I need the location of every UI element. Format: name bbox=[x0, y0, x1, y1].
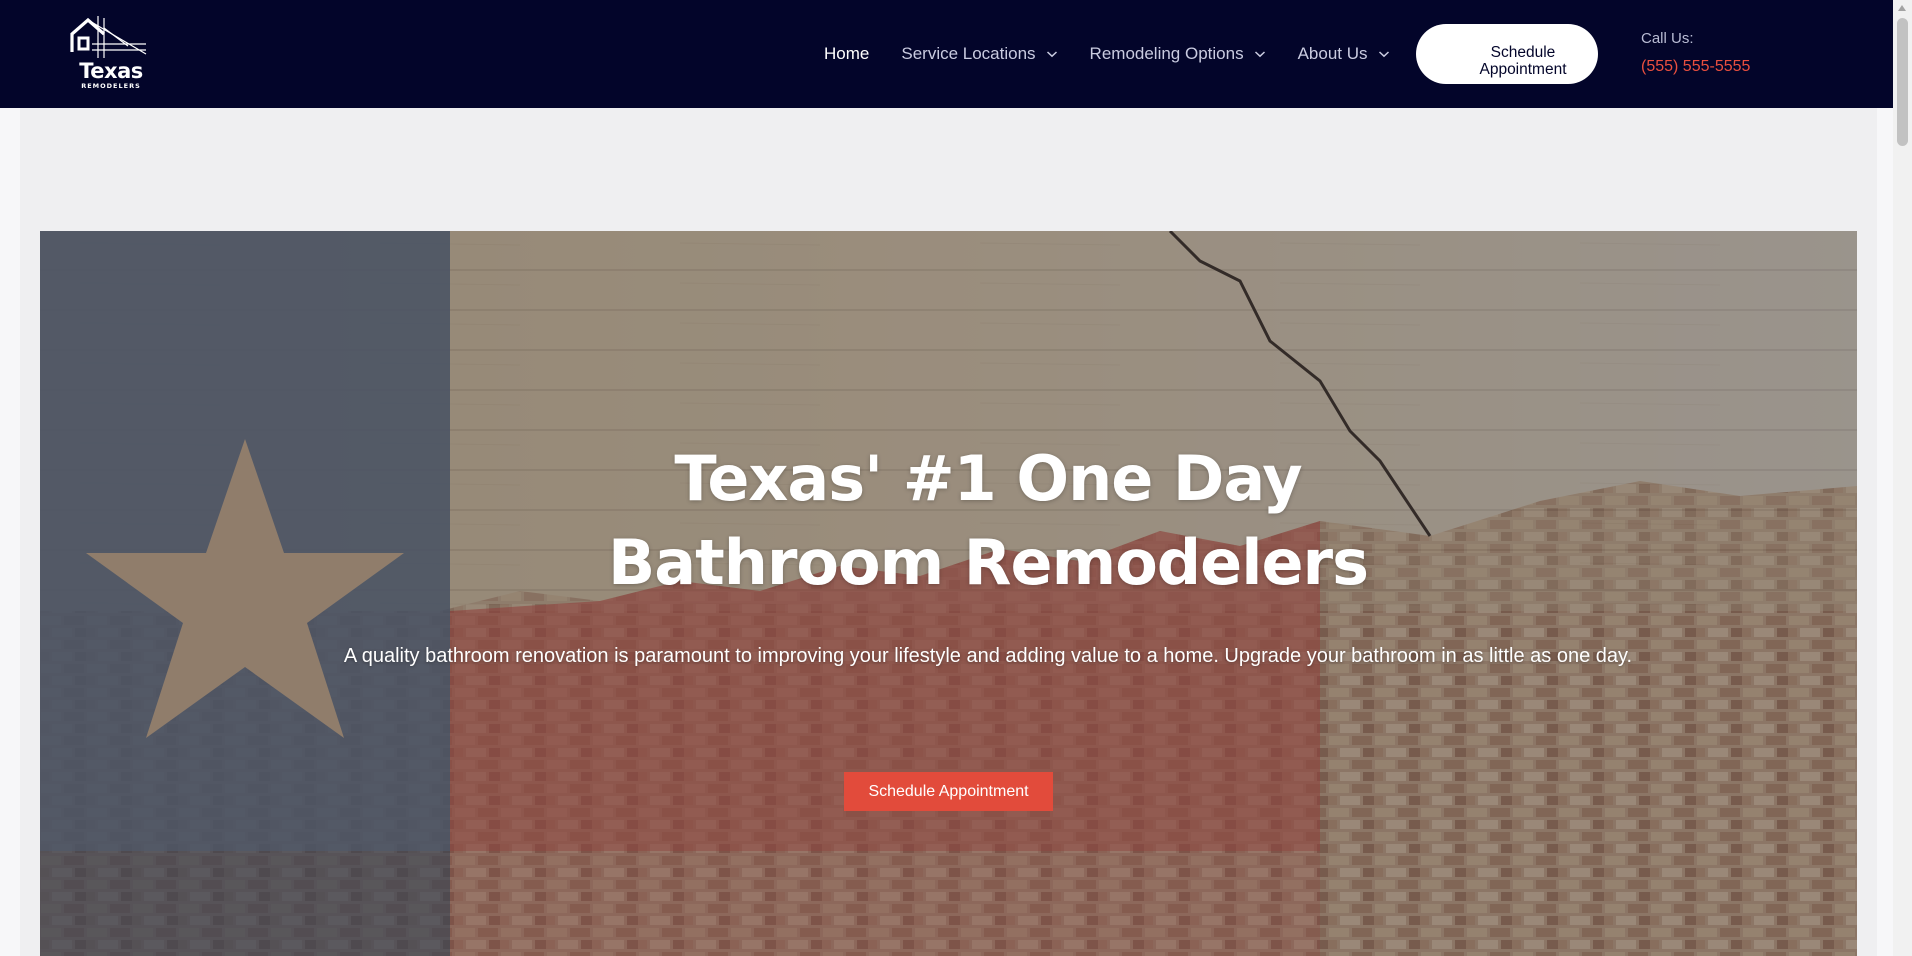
hero-section: Texas' #1 One Day Bathroom Remodelers A … bbox=[40, 231, 1857, 956]
scroll-up-arrow-icon[interactable] bbox=[1898, 5, 1906, 11]
nav-item-about-us[interactable]: About Us bbox=[1298, 44, 1390, 64]
site-header: Texas REMODELERS Home Service Locations … bbox=[0, 0, 1893, 108]
nav-item-label: Remodeling Options bbox=[1089, 44, 1244, 63]
header-schedule-button[interactable]: Schedule Appointment bbox=[1416, 24, 1598, 84]
nav-item-remodeling-options[interactable]: Remodeling Options bbox=[1090, 44, 1266, 64]
nav-item-label: Service Locations bbox=[901, 44, 1036, 63]
hero-title: Texas' #1 One Day Bathroom Remodelers bbox=[607, 442, 1369, 599]
page-scrollbar[interactable] bbox=[1893, 0, 1912, 956]
hero-subtitle: A quality bathroom renovation is paramou… bbox=[343, 645, 1633, 667]
site-logo[interactable]: Texas REMODELERS bbox=[66, 14, 148, 92]
logo-tagline: REMODELERS bbox=[81, 82, 141, 90]
chevron-down-icon bbox=[1046, 51, 1057, 58]
hero-schedule-button[interactable]: Schedule Appointment bbox=[844, 772, 1053, 811]
call-us-label: Call Us: bbox=[1641, 30, 1694, 47]
nav-item-home[interactable]: Home bbox=[824, 44, 869, 64]
chevron-down-icon bbox=[1378, 51, 1389, 58]
nav-item-label: Home bbox=[824, 44, 870, 63]
chevron-down-icon bbox=[1254, 51, 1265, 58]
nav-item-service-locations[interactable]: Service Locations bbox=[901, 44, 1057, 64]
nav-item-label: About Us bbox=[1297, 44, 1368, 63]
logo-wordmark: Texas bbox=[79, 59, 143, 83]
phone-link[interactable]: (555) 555-5555 bbox=[1641, 58, 1750, 76]
scrollbar-thumb[interactable] bbox=[1897, 18, 1908, 146]
main-nav: Home Service Locations Remodeling Option… bbox=[824, 0, 1422, 108]
